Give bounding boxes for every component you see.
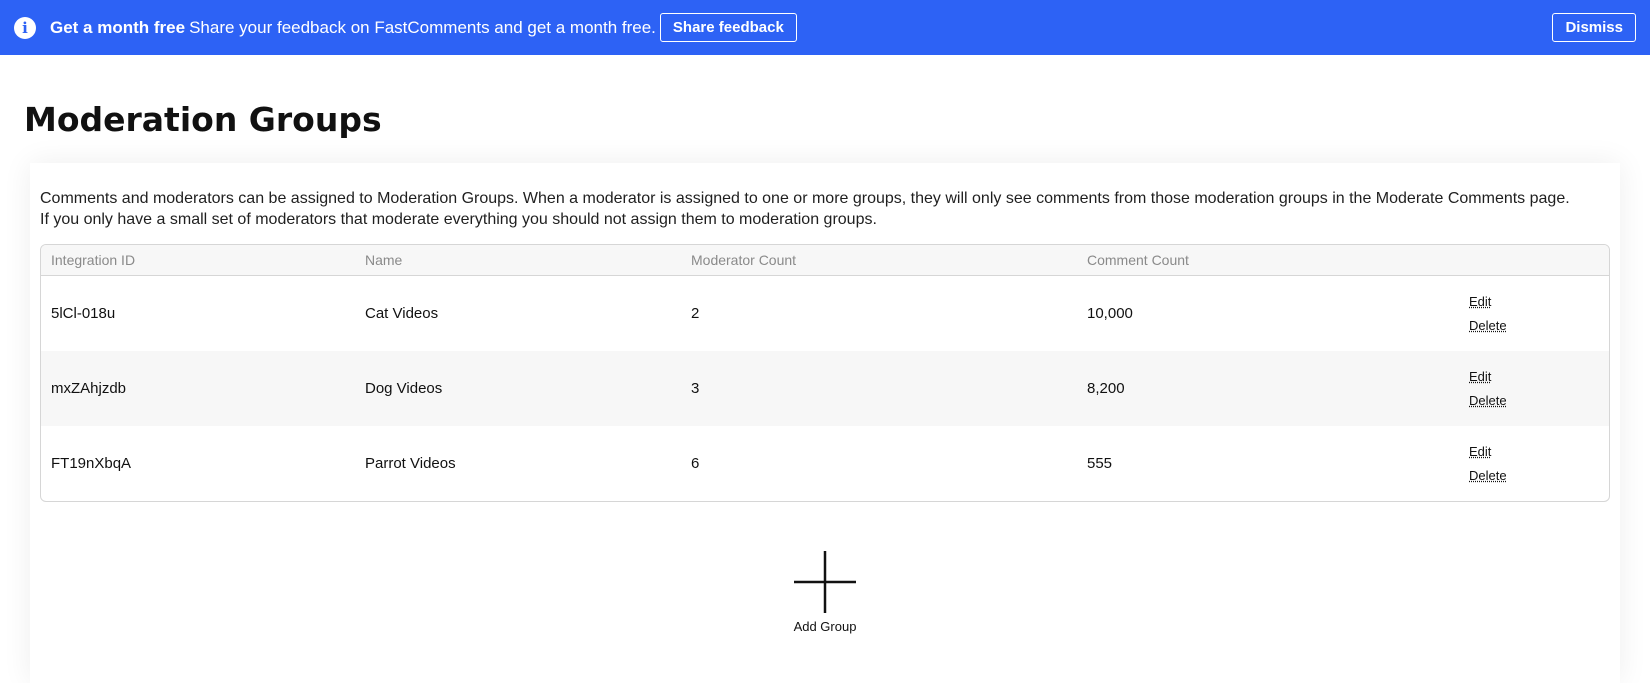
moderation-groups-table: Integration ID Name Moderator Count Comm… — [40, 244, 1610, 502]
feedback-banner: i Get a month free Share your feedback o… — [0, 0, 1650, 55]
banner-message: Share your feedback on FastComments and … — [189, 17, 656, 37]
column-header-moderator-count: Moderator Count — [691, 252, 797, 268]
name-cell: Dog Videos — [365, 380, 443, 397]
moderator-count-cell: 2 — [691, 305, 700, 322]
add-group-label: Add Group — [793, 619, 857, 634]
actions-cell: Edit Delete — [1469, 444, 1609, 483]
page-title: Moderation Groups — [24, 100, 382, 139]
moderator-count-cell: 3 — [691, 380, 700, 397]
edit-link[interactable]: Edit — [1469, 444, 1609, 459]
column-header-comment-count: Comment Count — [1087, 252, 1189, 268]
integration-id-cell: mxZAhjzdb — [51, 380, 127, 397]
integration-id-cell: 5lCl-018u — [51, 305, 116, 322]
plus-icon — [794, 551, 856, 613]
actions-cell: Edit Delete — [1469, 369, 1609, 408]
info-icon: i — [14, 16, 36, 39]
table-row: mxZAhjzdb Dog Videos 3 8,200 Edit Delete — [41, 351, 1609, 426]
add-group-button[interactable]: Add Group — [790, 551, 860, 634]
comment-count-cell: 555 — [1087, 455, 1113, 472]
moderator-count-cell: 6 — [691, 455, 700, 472]
table-row: FT19nXbqA Parrot Videos 6 555 Edit Delet… — [41, 426, 1609, 501]
delete-link[interactable]: Delete — [1469, 318, 1609, 333]
delete-link[interactable]: Delete — [1469, 393, 1609, 408]
actions-cell: Edit Delete — [1469, 294, 1609, 333]
edit-link[interactable]: Edit — [1469, 369, 1609, 384]
table-header: Integration ID Name Moderator Count Comm… — [41, 245, 1609, 276]
edit-link[interactable]: Edit — [1469, 294, 1609, 309]
banner-title: Get a month free — [50, 17, 186, 37]
column-header-integration-id: Integration ID — [51, 252, 136, 268]
comment-count-cell: 10,000 — [1087, 305, 1133, 322]
comment-count-cell: 8,200 — [1087, 380, 1125, 397]
table-row: 5lCl-018u Cat Videos 2 10,000 Edit Delet… — [41, 276, 1609, 351]
delete-link[interactable]: Delete — [1469, 468, 1609, 483]
name-cell: Cat Videos — [365, 305, 439, 322]
dismiss-button[interactable]: Dismiss — [1552, 13, 1636, 42]
name-cell: Parrot Videos — [365, 455, 456, 472]
column-header-name: Name — [365, 252, 403, 268]
integration-id-cell: FT19nXbqA — [51, 455, 132, 472]
page-description: Comments and moderators can be assigned … — [40, 190, 1570, 228]
share-feedback-button[interactable]: Share feedback — [659, 13, 797, 42]
